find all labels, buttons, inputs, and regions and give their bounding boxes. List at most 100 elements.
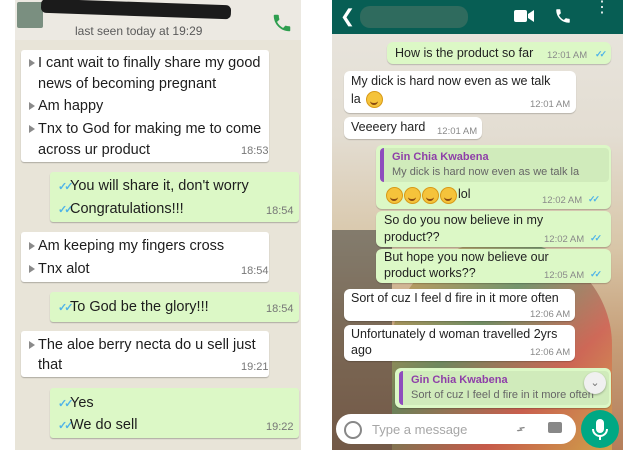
message-time: 12:01 AM	[437, 126, 478, 137]
message-time: 18:54	[266, 303, 294, 315]
read-ticks-icon: ✓✓	[590, 269, 602, 279]
outgoing-message[interactable]: ✓✓ Yes ✓✓ We do sell 19:22	[50, 388, 299, 438]
read-ticks-icon: ✓✓	[595, 49, 607, 59]
read-ticks-icon: ✓✓	[58, 181, 74, 193]
message-text: My dick is hard now even as we talk	[351, 74, 551, 88]
message-time: 12:02 AM	[542, 195, 583, 206]
incoming-message[interactable]: Am keeping my fingers cross Tnx alot 18:…	[21, 232, 269, 282]
message-time: 19:22	[266, 421, 294, 433]
bullet-marker	[29, 102, 35, 110]
back-arrow-icon[interactable]: ❮	[340, 6, 355, 27]
redacted-contact-name	[40, 0, 232, 20]
outgoing-message[interactable]: Gin Chia Kwabena My dick is hard now eve…	[376, 145, 611, 209]
laughing-emoji-icon	[386, 187, 403, 204]
message-text: Unfortunately d woman travelled 2yrs	[351, 327, 558, 341]
message-line: across ur product	[38, 142, 151, 158]
message-line: Am keeping my fingers cross	[38, 238, 225, 254]
incoming-message[interactable]: Sort of cuz I feel d fire in it more oft…	[344, 289, 575, 321]
attach-icon[interactable]: ⌁	[511, 418, 531, 440]
incoming-message[interactable]: I cant wait to finally share my good new…	[21, 50, 269, 162]
outgoing-message[interactable]: Gin Chia Kwabena Sort of cuz I feel d fi…	[395, 368, 611, 408]
quoted-sender: Gin Chia Kwabena	[392, 151, 489, 163]
outgoing-message[interactable]: So do you now believe in my product?? 12…	[376, 211, 611, 247]
message-time: 12:06 AM	[530, 347, 571, 358]
outgoing-message[interactable]: But hope you now believe our product wor…	[376, 249, 611, 283]
left-chat-screenshot: last seen today at 19:29 I cant wait to …	[15, 0, 301, 450]
scroll-down-button[interactable]: ⌄	[584, 372, 606, 394]
message-text: la	[351, 92, 361, 106]
read-ticks-icon: ✓✓	[590, 233, 602, 243]
laughing-emoji-icon	[440, 187, 457, 204]
outgoing-message[interactable]: How is the product so far 12:01 AM ✓✓	[387, 42, 611, 64]
bullet-marker	[29, 59, 35, 67]
incoming-message[interactable]: Unfortunately d woman travelled 2yrs ago…	[344, 325, 575, 361]
video-call-icon[interactable]	[514, 9, 534, 23]
message-line: To God be the glory!!!	[70, 299, 209, 315]
mic-button[interactable]	[581, 410, 619, 448]
message-time: 18:54	[241, 265, 269, 277]
message-time: 19:21	[241, 361, 269, 373]
laughing-emoji-icon	[422, 187, 439, 204]
bullet-marker	[29, 341, 35, 349]
message-line: Tnx to God for making me to come	[38, 121, 262, 137]
message-text: So do you now believe in my	[384, 213, 544, 227]
message-text: How is the product so far	[395, 46, 534, 60]
incoming-message[interactable]: My dick is hard now even as we talk la 1…	[344, 71, 576, 113]
incoming-message[interactable]: The aloe berry necta do u sell just that…	[21, 331, 269, 377]
bullet-marker	[29, 242, 35, 250]
read-ticks-icon: ✓✓	[588, 194, 600, 204]
message-line: news of becoming pregnant	[38, 76, 217, 92]
phone-icon[interactable]	[271, 12, 293, 34]
phone-icon[interactable]	[554, 7, 572, 25]
last-seen-status: last seen today at 19:29	[75, 24, 203, 38]
message-time: 18:53	[241, 145, 269, 157]
message-time: 12:02 AM	[544, 234, 585, 245]
incoming-message[interactable]: Veeeery hard 12:01 AM	[344, 117, 482, 139]
emoji-icon[interactable]	[344, 421, 362, 439]
message-text: product??	[384, 230, 440, 244]
read-ticks-icon: ✓✓	[58, 204, 74, 216]
message-time: 12:05 AM	[544, 270, 585, 281]
message-line: Tnx alot	[38, 261, 90, 277]
message-line: I cant wait to finally share my good	[38, 55, 261, 71]
message-time: 12:06 AM	[530, 309, 571, 320]
quoted-text: Sort of cuz I feel d fire in it more oft…	[411, 389, 594, 401]
outgoing-message[interactable]: ✓✓ You will share it, don't worry ✓✓ Con…	[50, 172, 299, 222]
quoted-text: My dick is hard now even as we talk la	[392, 166, 580, 178]
laughing-emoji-icon	[404, 187, 421, 204]
cool-emoji-icon	[366, 91, 383, 108]
message-input-bar[interactable]: Type a message ⌁	[336, 414, 576, 444]
message-line: Congratulations!!!	[70, 201, 184, 217]
message-time: 12:01 AM	[547, 50, 588, 61]
chat-header: ❮ ⋮	[332, 0, 623, 34]
read-ticks-icon: ✓✓	[58, 302, 74, 314]
message-text: lol	[458, 187, 471, 201]
right-chat-screenshot: ❮ ⋮ How is the product so far 12:01 AM ✓…	[332, 0, 623, 450]
message-input[interactable]: Type a message	[372, 422, 467, 437]
contact-avatar[interactable]	[17, 2, 43, 28]
more-options-icon[interactable]: ⋮	[594, 0, 610, 16]
message-text: Sort of cuz I feel d fire in it more oft…	[351, 291, 559, 305]
outgoing-message[interactable]: ✓✓ To God be the glory!!! 18:54	[50, 292, 299, 322]
read-ticks-icon: ✓✓	[58, 420, 74, 432]
bullet-marker	[29, 265, 35, 273]
camera-icon[interactable]	[548, 422, 562, 433]
quoted-sender: Gin Chia Kwabena	[411, 374, 508, 386]
message-line: We do sell	[70, 417, 138, 433]
message-line: You will share it, don't worry	[70, 178, 249, 194]
message-text: ago	[351, 343, 372, 357]
message-line: Am happy	[38, 98, 104, 114]
read-ticks-icon: ✓✓	[58, 398, 74, 410]
bullet-marker	[29, 125, 35, 133]
chat-header: last seen today at 19:29	[15, 0, 301, 40]
quoted-reply[interactable]: Gin Chia Kwabena My dick is hard now eve…	[380, 148, 609, 182]
message-text: product works??	[384, 266, 476, 280]
message-line: Yes	[70, 395, 94, 411]
message-text: But hope you now believe our	[384, 250, 549, 264]
message-text: Veeeery hard	[351, 120, 426, 134]
mic-icon	[592, 419, 608, 440]
redacted-contact-name	[360, 6, 468, 28]
message-time: 18:54	[266, 205, 294, 217]
quoted-reply[interactable]: Gin Chia Kwabena Sort of cuz I feel d fi…	[399, 371, 609, 405]
message-line: The aloe berry necta do u sell just	[38, 337, 256, 353]
